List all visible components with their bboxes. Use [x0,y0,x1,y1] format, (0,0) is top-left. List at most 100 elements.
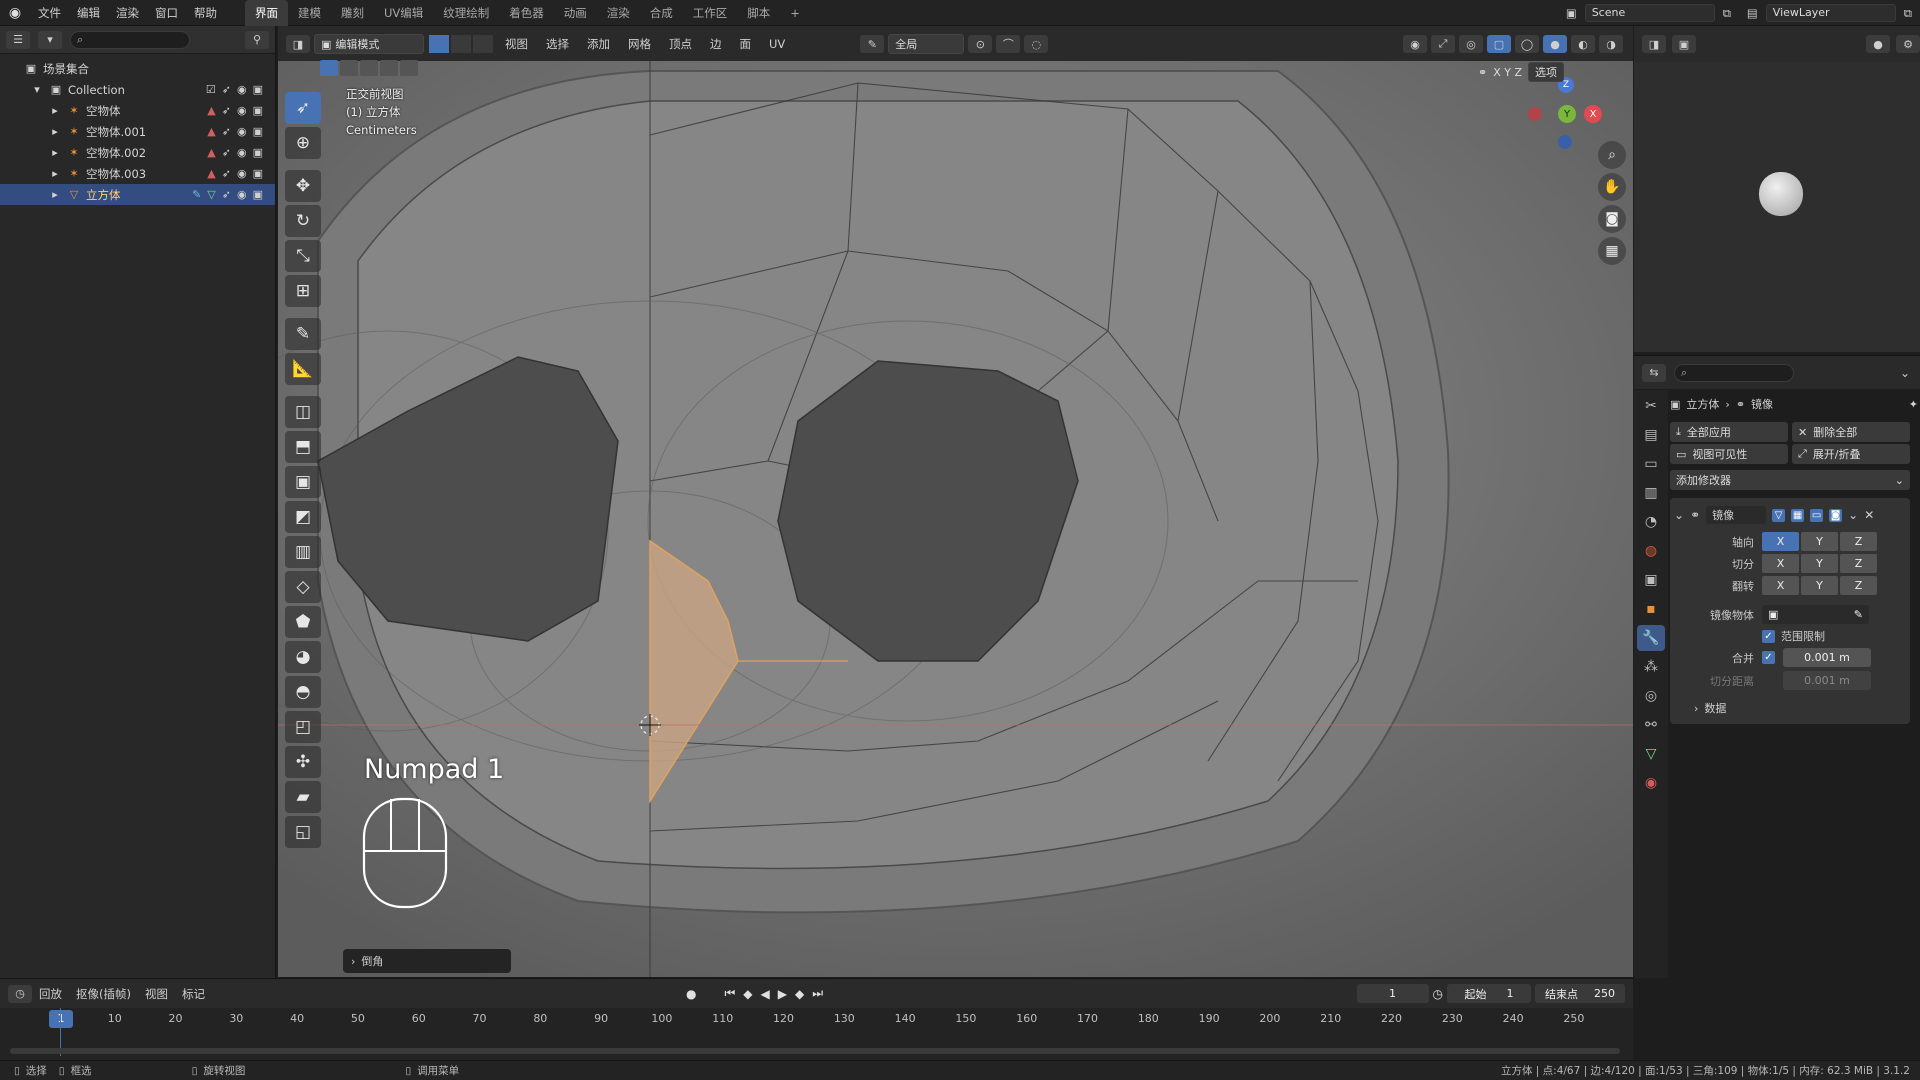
gizmo-x-axis[interactable]: X [1584,105,1602,123]
scene-copy-icon[interactable]: ⧉ [1715,0,1739,26]
menu-view[interactable]: 视图 [498,36,535,52]
gizmo-toggle-icon[interactable]: ⤢ [1431,35,1455,53]
scene-tab-icon[interactable]: ◔ [1637,509,1665,535]
delete-all-button[interactable]: ✕ 删除全部 [1792,422,1910,442]
bevel-tool-icon[interactable]: ◩ [285,501,321,533]
select-icon[interactable]: ➶ [222,167,231,180]
expand-arrow-icon[interactable]: ▸ [48,167,62,181]
menu-file[interactable]: 文件 [30,0,69,26]
tree-item-selected[interactable]: ▸ ▽ 立方体 ✎ ▽ ➶ ◉ ▣ [0,184,275,205]
menu-window[interactable]: 窗口 [147,0,186,26]
tab-scripting[interactable]: 脚本 [737,0,780,26]
menu-vertex[interactable]: 顶点 [662,36,699,52]
editor-type-icon[interactable]: ⇆ [1642,363,1666,382]
expand-collapse-button[interactable]: ⤢ 展开/折叠 [1792,444,1910,464]
outliner-search-input[interactable]: ⌕ [70,30,190,49]
camera-icon[interactable]: ▣ [253,83,263,96]
select-icon[interactable]: ➶ [222,146,231,159]
cursor-tool-icon[interactable]: ⊕ [285,127,321,159]
menu-uv[interactable]: UV [762,37,792,51]
eye-icon[interactable]: ◉ [237,167,247,180]
expand-arrow-icon[interactable]: ▾ [30,83,44,97]
select-extend-button[interactable] [340,60,358,76]
camera-icon[interactable]: ▣ [253,167,263,180]
prev-keyframe-icon[interactable]: ◆ [743,987,752,1001]
material-tab-icon[interactable]: ◉ [1637,770,1665,796]
select-difference-button[interactable] [380,60,398,76]
view-mode-icon[interactable]: ▣ [1672,35,1696,53]
physics-tab-icon[interactable]: ◎ [1637,683,1665,709]
tool-tab-icon[interactable]: ✂ [1637,393,1665,419]
rip-tool-icon[interactable]: ◱ [285,816,321,848]
tree-collection[interactable]: ▾ ▣ Collection ☑ ➶ ◉ ▣ [0,79,275,100]
eyedropper-icon[interactable]: ✎ [860,35,885,53]
ortho-grid-icon[interactable]: ▦ [1598,237,1626,265]
select-intersect-button[interactable] [400,60,418,76]
current-frame-field[interactable]: 1 [1356,984,1429,1003]
start-frame-field[interactable]: 起始 1 [1447,984,1531,1003]
gizmo-y-axis[interactable]: Y [1558,105,1576,123]
menu-help[interactable]: 帮助 [186,0,225,26]
poly-build-tool-icon[interactable]: ⬟ [285,606,321,638]
options-dropdown[interactable]: 选项 [1528,62,1565,82]
data-subpanel[interactable]: › 数据 [1674,700,1906,716]
eye-icon[interactable]: ◉ [237,188,247,201]
proportional-edit-icon[interactable]: ◌ [1024,35,1049,53]
select-icon[interactable]: ➶ [222,188,231,201]
axis-z-toggle[interactable]: Z [1840,532,1877,551]
editor-type-icon[interactable]: ◷ [8,984,32,1003]
snap-icon[interactable]: ⌒ [996,35,1021,53]
marker-menu[interactable]: 标记 [175,986,212,1002]
visibility-icon[interactable]: ◉ [1403,35,1427,53]
expand-arrow-icon[interactable]: ▸ [48,104,62,118]
play-icon[interactable]: ▶ [778,987,787,1001]
menu-edge[interactable]: 边 [703,36,729,52]
mesh-view-canvas[interactable] [278,61,1633,977]
editor-type-icon[interactable]: ◨ [1642,35,1666,53]
select-subtract-button[interactable] [360,60,378,76]
tab-texture-paint[interactable]: 纹理绘制 [433,0,499,26]
tree-item[interactable]: ▸ ✶ 空物体.001 ▲ ➶ ◉ ▣ [0,121,275,142]
gizmo-neg-x-axis[interactable] [1528,107,1542,121]
bisect-x-toggle[interactable]: X [1762,554,1799,573]
merge-distance-field[interactable]: 0.001 m [1783,648,1871,667]
play-reverse-icon[interactable]: ◀ [761,987,770,1001]
bisect-y-toggle[interactable]: Y [1801,554,1838,573]
timeline-track[interactable]: 1 10 20 30 40 50 60 70 80 90 100 110 120 130 140 150 16… [0,1008,1633,1060]
bisect-z-toggle[interactable]: Z [1840,554,1877,573]
flip-x-toggle[interactable]: X [1762,576,1799,595]
modifier-name-field[interactable]: 镜像 [1706,506,1767,524]
constraints-tab-icon[interactable]: ⚯ [1637,712,1665,738]
cage-toggle-icon[interactable]: ▦ [1791,508,1805,522]
edge-select-button[interactable] [450,34,472,54]
viewlayer-selector[interactable]: ViewLayer [1765,3,1896,22]
tab-sculpting[interactable]: 雕刻 [331,0,374,26]
viewport-toggle-icon[interactable]: ▭ [1810,508,1824,522]
add-modifier-dropdown[interactable]: 添加修改器 ⌄ [1670,470,1910,490]
eye-icon[interactable]: ◉ [237,125,247,138]
scale-tool-icon[interactable]: ⤡ [285,240,321,272]
menu-add[interactable]: 添加 [580,36,617,52]
mirror-icon[interactable]: ⚭ [1478,66,1487,79]
add-cube-tool-icon[interactable]: ◫ [285,396,321,428]
pan-hand-icon[interactable]: ✋ [1598,173,1626,201]
expand-arrow-icon[interactable]: ▸ [48,146,62,160]
output-tab-icon[interactable]: ▭ [1637,451,1665,477]
xray-toggle-icon[interactable]: ▢ [1487,35,1511,53]
move-tool-icon[interactable]: ✥ [285,170,321,202]
select-icon[interactable]: ➶ [222,104,231,117]
tree-scene-collection[interactable]: ▣ 场景集合 [0,58,275,79]
editor-type-icon[interactable]: ☰ [6,30,30,49]
apply-all-button[interactable]: ⤓ 全部应用 [1670,422,1788,442]
gizmo-neg-z-axis[interactable] [1558,135,1572,149]
record-icon[interactable]: ● [686,987,696,1001]
tab-compositing[interactable]: 合成 [640,0,683,26]
eye-icon[interactable]: ◉ [237,104,247,117]
camera-icon[interactable]: ▣ [253,146,263,159]
flip-z-toggle[interactable]: Z [1840,576,1877,595]
face-select-button[interactable] [472,34,494,54]
playback-menu[interactable]: 回放 [32,986,69,1002]
select-icon[interactable]: ➶ [222,83,231,96]
tab-uv-editing[interactable]: UV编辑 [374,0,433,26]
measure-tool-icon[interactable]: 📐 [285,353,321,385]
